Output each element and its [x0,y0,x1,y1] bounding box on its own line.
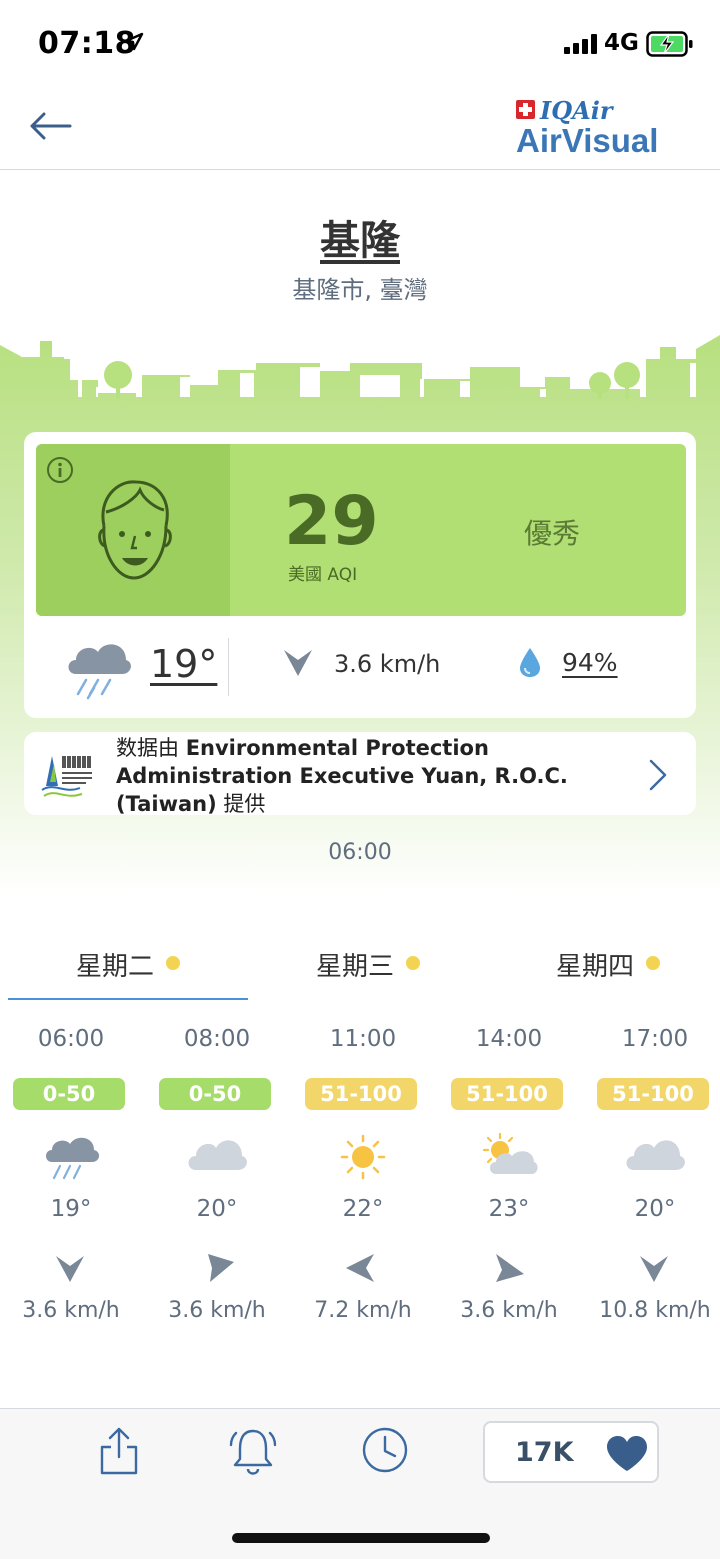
wind-direction-icon [640,1256,668,1282]
tab-day-2[interactable]: 星期三 [248,940,488,1000]
hour-wind-speed: 3.6 km/h [168,1298,266,1323]
day-tabs: 星期二 星期三 星期四 [0,940,720,1000]
back-arrow-icon[interactable] [26,106,76,146]
last-update-time: 06:00 [328,840,392,865]
happy-face-icon [98,480,172,580]
hour-time: 17:00 [621,1026,689,1052]
aqi-dot-indicator [166,956,180,970]
signal-icon [564,34,597,54]
current-temperature[interactable]: 19° [150,642,217,686]
aqi-dot-indicator [646,956,660,970]
hour-time: 14:00 [475,1026,543,1052]
iqair-airvisual-logo: IQAir AirVisual [516,96,686,162]
aqi-range-badge: 51-100 [451,1078,563,1110]
hour-temperature: 20° [196,1196,238,1222]
aqi-face-area [36,444,230,616]
wind-direction-icon [208,1254,234,1282]
hour-wind-speed: 3.6 km/h [22,1298,120,1323]
aqi-status: 優秀 [524,517,581,550]
wind-direction-icon [496,1254,524,1282]
chevron-right-icon[interactable] [648,758,668,792]
hour-wind-speed: 3.6 km/h [460,1298,558,1323]
aqi-range-badge: 51-100 [305,1078,417,1110]
source-suffix: 提供 [216,792,266,816]
hour-time: 11:00 [329,1026,397,1052]
tab-day-label: 星期三 [316,952,395,982]
epa-logo-icon [34,742,100,808]
city-name[interactable]: 基隆 [0,208,720,266]
info-icon[interactable] [46,456,74,484]
hourly-forecast-item: 11:00 51-100 22° 7.2 km/h [290,1024,436,1324]
aqi-range-badge: 51-100 [597,1078,709,1110]
current-humidity[interactable]: 94% [562,648,618,677]
aqi-card: 29 美國 AQI 優秀 19° 3.6 km/h 94% [24,432,696,718]
rain-cloud-icon [46,1137,100,1180]
source-prefix: 数据由 [116,736,186,760]
current-weather-row: 19° 3.6 km/h 94% [24,628,696,708]
tab-day-3[interactable]: 星期四 [488,940,720,1000]
current-wind-speed: 3.6 km/h [334,650,441,678]
hourly-forecast-item: 17:00 51-100 20° 10.8 km/h [582,1024,720,1324]
favorite-count: 17K [515,1437,574,1468]
cloud-icon [188,1140,247,1170]
partly-cloudy-icon [482,1132,538,1174]
aqi-range-badge: 0-50 [13,1078,125,1110]
swiss-cross-icon [516,100,535,119]
hour-temperature: 22° [342,1196,384,1222]
wind-direction-icon [346,1254,374,1282]
hourly-forecast-item: 14:00 51-100 23° 3.6 km/h [436,1024,582,1324]
tab-day-label: 星期四 [556,952,635,982]
active-tab-underline [8,998,248,1000]
battery-icon [646,31,693,57]
sun-icon [340,1134,386,1180]
logo-airvisual-text: AirVisual [516,122,659,159]
hour-time: 08:00 [183,1026,251,1052]
city-region: 基隆市, 臺灣 [292,276,428,304]
home-indicator [232,1533,490,1543]
hour-temperature: 23° [488,1196,530,1222]
status-bar: 07:18 4G [0,0,720,88]
tab-day-label: 星期二 [76,952,155,982]
hourly-forecast-item: 08:00 0-50 20° 3.6 km/h [144,1024,290,1324]
wind-direction-icon [284,650,312,676]
hour-temperature: 19° [50,1196,92,1222]
hour-temperature: 20° [634,1196,676,1222]
data-source-text: 数据由 Environmental Protection Administrat… [116,734,636,818]
cloud-icon [626,1140,685,1170]
status-time: 07:18 [38,26,136,61]
aqi-unit: 美國 AQI [288,565,358,585]
tab-day-1[interactable]: 星期二 [8,940,248,1000]
logo-iqair-text: IQAir [540,96,613,125]
aqi-panel[interactable]: 29 美國 AQI 優秀 [36,444,686,616]
alarm-bell-icon[interactable] [228,1425,278,1477]
hour-wind-speed: 10.8 km/h [599,1298,711,1323]
network-type: 4G [604,30,639,56]
weather-divider [228,638,229,696]
aqi-range-badge: 0-50 [159,1078,271,1110]
favorite-button[interactable]: 17K [483,1421,659,1483]
heart-icon [607,1436,647,1471]
aqi-dot-indicator [406,956,420,970]
humidity-drop-icon [520,648,540,677]
hourly-forecast-item: 06:00 0-50 19° 3.6 km/h [0,1024,144,1324]
share-icon[interactable] [98,1425,140,1477]
location-arrow-icon [124,32,144,51]
aqi-value: 29 [284,482,379,561]
bottom-toolbar: 17K [0,1408,720,1559]
hour-time: 06:00 [37,1026,105,1052]
rain-cloud-icon [68,644,131,700]
app-header: IQAir AirVisual [0,88,720,170]
hour-wind-speed: 7.2 km/h [314,1298,412,1323]
data-source-card[interactable]: 数据由 Environmental Protection Administrat… [24,732,696,818]
history-clock-icon[interactable] [360,1425,410,1475]
wind-direction-icon [56,1256,84,1282]
